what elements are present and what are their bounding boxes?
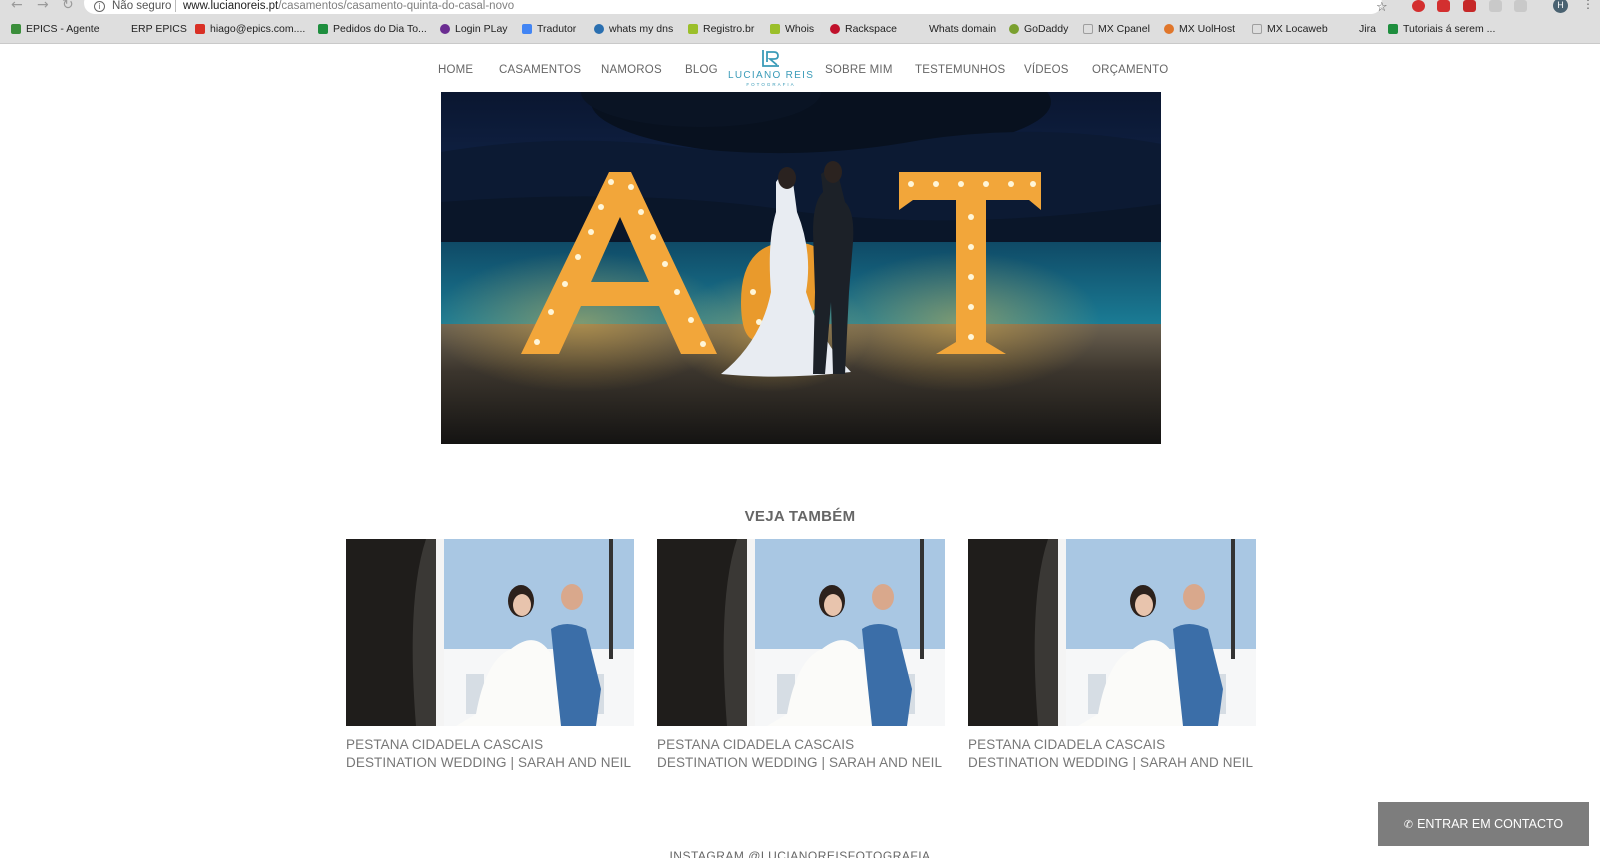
- browser-menu-icon[interactable]: ⋮: [1582, 0, 1594, 11]
- address-row: ← → ↻ i Não seguro www.lucianoreis.pt/ca…: [0, 0, 1600, 15]
- bookmark-item[interactable]: Registro.br: [688, 23, 754, 35]
- info-icon[interactable]: i: [94, 1, 105, 12]
- forward-icon[interactable]: →: [37, 0, 49, 13]
- godaddy-icon: [1009, 24, 1019, 34]
- page-icon: [1252, 24, 1262, 34]
- url-path: /casamentos/casamento-quinta-do-casal-no…: [278, 0, 515, 12]
- bookmark-item[interactable]: EPICS - Agente: [11, 23, 100, 35]
- contact-button-label: ENTRAR EM CONTACTO: [1417, 817, 1564, 831]
- contact-button[interactable]: ✆ ENTRAR EM CONTACTO: [1378, 802, 1589, 846]
- related-post-thumbnail: [346, 539, 634, 726]
- nav-sobre-mim[interactable]: SOBRE MIM: [825, 64, 893, 76]
- bookmark-item[interactable]: Rackspace: [830, 23, 897, 35]
- nav-videos[interactable]: VÍDEOS: [1024, 64, 1069, 76]
- nav-home[interactable]: HOME: [438, 64, 473, 76]
- translate-icon: [522, 24, 532, 34]
- related-post-title[interactable]: PESTANA CIDADELA CASCAIS DESTINATION WED…: [657, 736, 945, 771]
- nav-blog[interactable]: BLOG: [685, 64, 718, 76]
- url-text[interactable]: www.lucianoreis.pt/casamentos/casamento-…: [183, 0, 514, 12]
- url-domain: www.lucianoreis.pt: [183, 0, 279, 12]
- bookmark-item[interactable]: Jira: [1359, 23, 1376, 35]
- bookmark-item[interactable]: Whois: [770, 23, 814, 35]
- nav-orcamento[interactable]: ORÇAMENTO: [1092, 64, 1168, 76]
- bookmark-item[interactable]: whats my dns: [594, 23, 673, 35]
- bookmark-item[interactable]: Pedidos do Dia To...: [318, 23, 427, 35]
- bookmark-label: Tutoriais á serem ...: [1403, 23, 1496, 35]
- bookmark-item[interactable]: MX Locaweb: [1252, 23, 1328, 35]
- page-icon: [1083, 24, 1093, 34]
- uolhost-icon: [1164, 24, 1174, 34]
- browser-chrome: ← → ↻ i Não seguro www.lucianoreis.pt/ca…: [0, 0, 1600, 44]
- security-label: Não seguro: [112, 0, 172, 12]
- logo-name: LUCIANO REIS: [728, 70, 815, 81]
- bookmark-label: MX Locaweb: [1267, 23, 1328, 35]
- whois-icon: [770, 24, 780, 34]
- play-icon: [440, 24, 450, 34]
- wedding-couple-photo-icon: [441, 92, 1161, 444]
- related-post-thumbnail: [968, 539, 1256, 726]
- bookmark-item[interactable]: Tradutor: [522, 23, 576, 35]
- related-post-title[interactable]: PESTANA CIDADELA CASCAIS DESTINATION WED…: [346, 736, 634, 771]
- bookmark-item[interactable]: hiago@epics.com....: [195, 23, 305, 35]
- bookmark-label: whats my dns: [609, 23, 674, 35]
- related-post-card[interactable]: PESTANA CIDADELA CASCAIS DESTINATION WED…: [346, 539, 634, 771]
- related-post-title[interactable]: PESTANA CIDADELA CASCAIS DESTINATION WED…: [968, 736, 1256, 771]
- nav-casamentos[interactable]: CASAMENTOS: [499, 64, 581, 76]
- bookmark-favicon-icon: [11, 24, 21, 34]
- bookmark-label: Whats domain: [929, 23, 997, 35]
- bookmark-item[interactable]: MX UolHost: [1164, 23, 1235, 35]
- logo-tagline: FOTOGRAFIA: [746, 82, 796, 87]
- bookmark-item[interactable]: MX Cpanel: [1083, 23, 1150, 35]
- bookmark-item[interactable]: Tutoriais á serem ...: [1388, 23, 1495, 35]
- profile-avatar[interactable]: H: [1553, 0, 1568, 13]
- nav-namoros[interactable]: NAMOROS: [601, 64, 662, 76]
- related-post-thumbnail: [657, 539, 945, 726]
- bookmark-star-icon[interactable]: ☆: [1376, 0, 1388, 15]
- address-bar[interactable]: i Não seguro www.lucianoreis.pt/casament…: [84, 0, 1382, 14]
- bookmark-label: Registro.br: [703, 23, 755, 35]
- bookmark-label: ERP EPICS: [131, 23, 187, 35]
- bookmark-item[interactable]: Login PLay: [440, 23, 508, 35]
- whatsapp-icon: ✆: [1403, 817, 1414, 831]
- bookmark-item[interactable]: GoDaddy: [1009, 23, 1068, 35]
- video-extension-icon[interactable]: [1437, 0, 1450, 12]
- reload-icon[interactable]: ↻: [62, 0, 74, 13]
- registro-icon: [688, 24, 698, 34]
- adblock-extension-icon[interactable]: [1463, 0, 1476, 12]
- bookmark-label: Tradutor: [537, 23, 577, 35]
- logo-mark-icon: [762, 50, 779, 67]
- bookmark-label: MX Cpanel: [1098, 23, 1150, 35]
- bookmark-label: GoDaddy: [1024, 23, 1069, 35]
- bookmark-label: Rackspace: [845, 23, 897, 35]
- rackspace-icon: [830, 24, 840, 34]
- instagram-handle[interactable]: INSTAGRAM @LUCIANOREISFOTOGRAFIA: [0, 849, 1600, 858]
- globe-icon: [594, 24, 604, 34]
- sheets-icon: [318, 24, 328, 34]
- back-icon[interactable]: ←: [11, 0, 23, 13]
- bookmark-label: Login PLay: [455, 23, 508, 35]
- devtools-extension-icon[interactable]: [1514, 0, 1527, 12]
- bookmark-label: MX UolHost: [1179, 23, 1236, 35]
- divider: [175, 0, 176, 12]
- bookmark-label: hiago@epics.com....: [210, 23, 306, 35]
- nav-testemunhos[interactable]: TESTEMUNHOS: [915, 64, 1005, 76]
- opera-extension-icon[interactable]: [1412, 0, 1425, 12]
- chat-extension-icon[interactable]: [1489, 0, 1502, 12]
- site-logo[interactable]: LUCIANO REIS FOTOGRAFIA: [728, 48, 814, 90]
- bookmarks-bar: EPICS - Agente ERP EPICS hiago@epics.com…: [0, 20, 1600, 40]
- bookmark-item[interactable]: ERP EPICS: [131, 23, 187, 35]
- gmail-icon: [195, 24, 205, 34]
- hero-photo: [441, 92, 1161, 444]
- sheets-icon: [1388, 24, 1398, 34]
- bookmark-label: EPICS - Agente: [26, 23, 100, 35]
- bookmark-label: Whois: [785, 23, 815, 35]
- related-post-card[interactable]: PESTANA CIDADELA CASCAIS DESTINATION WED…: [968, 539, 1256, 771]
- related-post-card[interactable]: PESTANA CIDADELA CASCAIS DESTINATION WED…: [657, 539, 945, 771]
- bookmark-label: Pedidos do Dia To...: [333, 23, 427, 35]
- bookmark-label: Jira: [1359, 23, 1376, 35]
- related-section-title: VEJA TAMBÉM: [744, 508, 856, 525]
- bookmark-item[interactable]: Whats domain: [929, 23, 996, 35]
